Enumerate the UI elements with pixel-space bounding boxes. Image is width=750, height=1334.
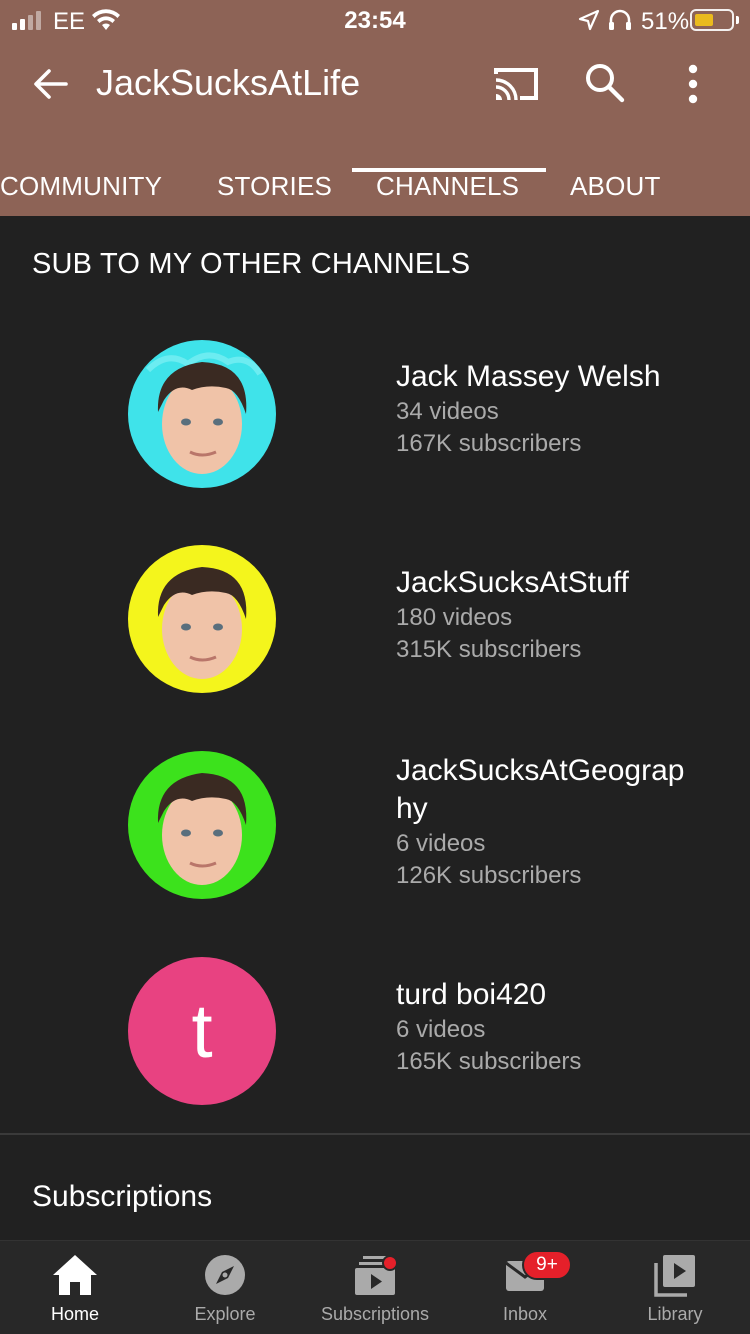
tab-channels[interactable]: CHANNELS — [376, 170, 519, 216]
more-options-button[interactable] — [676, 60, 710, 110]
channel-avatar[interactable] — [128, 751, 276, 899]
clock: 23:54 — [344, 7, 406, 34]
channel-name-line-2[interactable]: hy — [396, 790, 726, 828]
channel-avatar[interactable]: t — [128, 957, 276, 1105]
channel-info: Jack Massey Welsh 34 videos 167K subscri… — [396, 358, 726, 460]
back-arrow-icon — [34, 69, 68, 99]
more-vert-icon — [688, 64, 698, 104]
channel-avatar[interactable] — [128, 545, 276, 693]
subscriptions-heading: Subscriptions — [32, 1180, 213, 1213]
tab-stories[interactable]: STORIES — [217, 170, 332, 216]
channel-name-line-1[interactable]: JackSucksAtGeograp — [396, 752, 726, 790]
video-count: 6 videos — [396, 1016, 486, 1043]
video-count: 6 videos — [396, 830, 486, 857]
section-divider — [0, 1133, 750, 1135]
channel-item[interactable]: JackSucksAtStuff 180 videos 315K subscri… — [0, 544, 750, 704]
location-arrow-icon — [578, 9, 600, 36]
channel-name[interactable]: JackSucksAtStuff — [396, 564, 726, 602]
channel-tabs: COMMUNITY STORIES CHANNELS ABOUT — [0, 170, 750, 216]
search-button[interactable] — [582, 60, 630, 108]
channel-name[interactable]: Jack Massey Welsh — [396, 358, 726, 396]
subscriber-count: 167K subscribers — [396, 430, 582, 457]
nav-home[interactable]: Home — [0, 1241, 150, 1334]
channel-title: JackSucksAtLife — [96, 62, 361, 103]
video-count: 34 videos — [396, 398, 499, 425]
channel-info: JackSucksAtStuff 180 videos 315K subscri… — [396, 564, 726, 666]
nav-subscriptions[interactable]: Subscriptions — [300, 1241, 450, 1334]
battery-icon — [690, 9, 734, 31]
headphones-icon — [607, 8, 633, 37]
cast-button[interactable] — [490, 62, 546, 108]
app-header: JackSucksAtLife COMMUNITY STORIES CHANNE… — [0, 42, 750, 216]
tab-about[interactable]: ABOUT — [570, 170, 661, 216]
library-icon — [654, 1255, 695, 1297]
video-count: 180 videos — [396, 604, 513, 631]
section-title: SUB TO MY OTHER CHANNELS — [32, 248, 471, 280]
back-button[interactable] — [24, 62, 76, 106]
channel-avatar[interactable] — [128, 340, 276, 488]
explore-icon — [205, 1255, 245, 1295]
subscriber-count: 165K subscribers — [396, 1048, 582, 1075]
bottom-navigation: Home Explore Subscriptions Inbox Library — [0, 1240, 750, 1334]
subscriber-count: 315K subscribers — [396, 636, 582, 663]
battery-percent: 51% — [641, 8, 690, 35]
cast-icon — [494, 68, 538, 101]
battery-tip — [736, 16, 739, 24]
inbox-badge: 9+ — [522, 1250, 572, 1280]
nav-library[interactable]: Library — [600, 1241, 750, 1334]
subscriber-count: 126K subscribers — [396, 862, 582, 889]
search-icon — [586, 64, 625, 103]
tab-community[interactable]: COMMUNITY — [0, 170, 162, 216]
nav-explore[interactable]: Explore — [150, 1241, 300, 1334]
subscriptions-new-dot — [382, 1255, 398, 1271]
active-tab-indicator — [352, 168, 546, 172]
channel-info: turd boi420 6 videos 165K subscribers — [396, 976, 726, 1078]
channel-item[interactable]: Jack Massey Welsh 34 videos 167K subscri… — [0, 338, 750, 498]
home-icon — [53, 1255, 97, 1295]
channel-info: JackSucksAtGeograp hy 6 videos 126K subs… — [396, 752, 726, 892]
channel-item[interactable]: JackSucksAtGeograp hy 6 videos 126K subs… — [0, 750, 750, 910]
channel-item[interactable]: t turd boi420 6 videos 165K subscribers — [0, 956, 750, 1116]
channel-name[interactable]: turd boi420 — [396, 976, 726, 1014]
status-bar: EE 23:54 51% — [0, 0, 750, 42]
